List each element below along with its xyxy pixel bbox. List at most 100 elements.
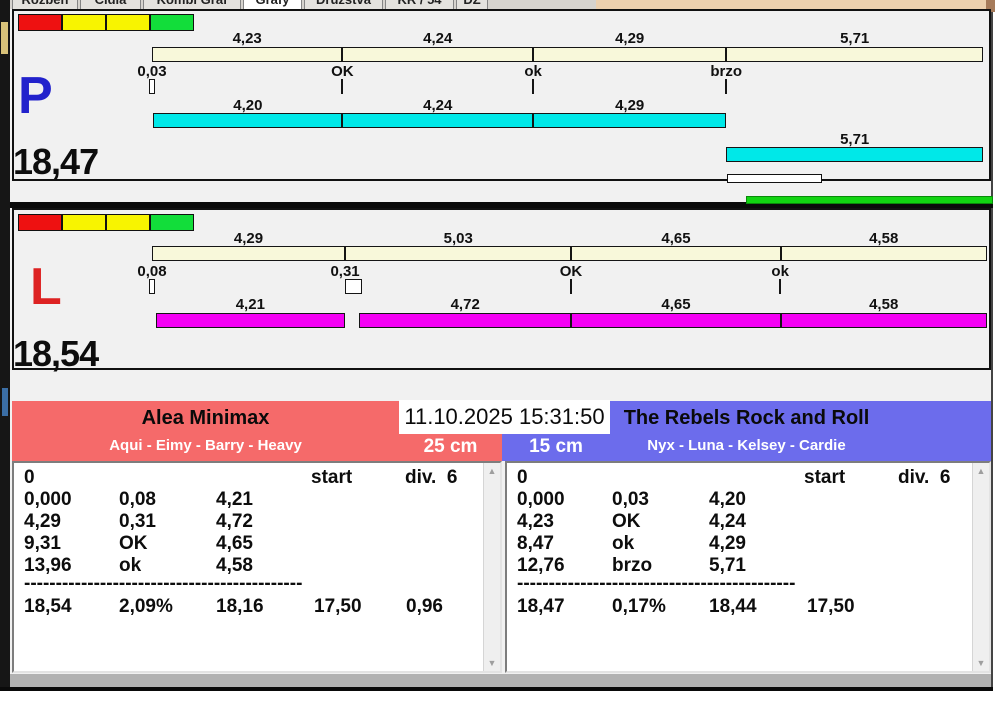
ref-segment-label: 5,71 xyxy=(840,30,870,47)
split-row-cell: 0,03 xyxy=(612,489,649,510)
totals-cell: 18,44 xyxy=(709,596,757,617)
app-window: RozbehCidlaKombi GrafGrafyDružstvaKR / 5… xyxy=(0,0,995,716)
list-header-div: div. 6 xyxy=(405,467,458,488)
vertical-scrollbar[interactable]: ▲ ▼ xyxy=(972,463,989,671)
vertical-scrollbar[interactable]: ▲ ▼ xyxy=(483,463,500,671)
green-progress-bar xyxy=(746,196,994,204)
split-row-cell: 8,47 xyxy=(517,533,554,554)
totals-cell: 2,09% xyxy=(119,596,173,617)
tab-grafy[interactable]: Grafy xyxy=(243,0,302,9)
run-segment-label: 4,20 xyxy=(233,97,263,114)
status-strip-cell xyxy=(106,214,150,231)
window-footer-bar xyxy=(10,674,991,687)
split-tick xyxy=(725,79,728,94)
split-row-cell: 4,65 xyxy=(216,533,253,554)
tab-dru-stva[interactable]: Družstva xyxy=(304,0,383,9)
bar-divider xyxy=(779,314,782,327)
tab-kombi-graf[interactable]: Kombi Graf xyxy=(143,0,241,9)
totals-cell: 17,50 xyxy=(314,596,362,617)
scroll-down-icon[interactable]: ▼ xyxy=(484,655,500,671)
split-label: OK xyxy=(331,63,354,80)
scroll-up-icon[interactable]: ▲ xyxy=(484,463,500,479)
list-header-index: 0 xyxy=(24,467,35,488)
tab-kr-54[interactable]: KR / 54 xyxy=(385,0,454,9)
split-row-cell: 0,08 xyxy=(119,489,156,510)
team-name: Alea Minimax xyxy=(141,407,270,429)
split-label: 0,03 xyxy=(137,63,167,80)
split-tick xyxy=(341,79,344,94)
split-row-cell: 4,20 xyxy=(709,489,746,510)
lane-l-letter: L xyxy=(30,258,62,316)
ref-segment-label: 4,23 xyxy=(232,30,262,47)
status-strip-cell xyxy=(150,214,194,231)
list-header-start: start xyxy=(804,467,846,488)
split-row-cell: 4,21 xyxy=(216,489,253,510)
bar-divider xyxy=(344,247,347,260)
start-gate-marker xyxy=(149,79,155,94)
bar-divider xyxy=(532,114,535,127)
tab-rozbeh[interactable]: Rozbeh xyxy=(12,0,78,9)
scroll-down-icon[interactable]: ▼ xyxy=(973,655,989,671)
bar-divider xyxy=(779,247,782,260)
size-category-left: 25 cm xyxy=(423,436,478,457)
ref-segment-label: 5,03 xyxy=(443,230,473,247)
list-header-start: start xyxy=(311,467,353,488)
split-label: ok xyxy=(771,263,789,280)
ref-segment-label: 4,29 xyxy=(233,230,264,247)
splits-list-left[interactable]: 0 start div. 6 0,000 0,08 4,21 4,29 0,31 4,72 9,3… xyxy=(12,461,502,673)
run-segment-label: 4,58 xyxy=(869,296,899,313)
splits-list-right[interactable]: 0 start div. 6 0,000 0,03 4,20 4,23 OK 4,24 8,47 o… xyxy=(505,461,991,673)
window-bottom-border xyxy=(0,687,993,691)
run-bar xyxy=(726,147,984,162)
background-window-fragment xyxy=(2,388,8,416)
status-strip-cell xyxy=(106,14,150,31)
split-tick xyxy=(569,279,572,294)
split-row-cell: ok xyxy=(612,533,635,554)
square-marker xyxy=(345,279,363,294)
bar-divider xyxy=(570,247,573,260)
tab-dz[interactable]: DZ xyxy=(456,0,488,9)
scroll-up-icon[interactable]: ▲ xyxy=(973,463,989,479)
run-segment-label: 4,21 xyxy=(235,296,265,313)
run-segment-label: 5,71 xyxy=(840,131,870,148)
split-row-cell: 0,31 xyxy=(119,511,156,532)
run-bar xyxy=(153,113,727,128)
status-strip-cell xyxy=(18,214,62,231)
run-segment-label: 4,24 xyxy=(423,97,453,114)
split-label: ok xyxy=(524,63,542,80)
status-strip-cell xyxy=(62,14,106,31)
totals-cell: 18,16 xyxy=(216,596,264,617)
totals-cell: 18,54 xyxy=(24,596,72,617)
split-tick xyxy=(532,79,535,94)
split-row-cell: OK xyxy=(119,533,148,554)
start-gate-marker xyxy=(149,279,155,294)
status-strip-cell xyxy=(18,14,62,31)
split-row-cell: 4,29 xyxy=(709,533,746,554)
split-row-cell: 4,29 xyxy=(24,511,61,532)
list-separator: ----------------------------------------… xyxy=(24,573,303,594)
datetime-display: 11.10.2025 15:31:50 xyxy=(399,400,610,434)
background-window-fragment xyxy=(1,22,8,54)
bar-divider xyxy=(725,48,728,61)
ref-segment-label: 4,29 xyxy=(615,30,645,47)
status-strip-cell xyxy=(150,14,194,31)
list-header-index: 0 xyxy=(517,467,528,488)
tab-bar: RozbehCidlaKombi GrafGrafyDružstvaKR / 5… xyxy=(10,0,596,9)
run-segment-label: 4,65 xyxy=(661,296,691,313)
totals-cell: 0,96 xyxy=(406,596,443,617)
team-dogs: Aqui - Eimy - Barry - Heavy xyxy=(109,437,302,454)
run-segment-label: 4,29 xyxy=(615,97,645,114)
split-tick xyxy=(779,279,782,294)
totals-cell: 17,50 xyxy=(807,596,855,617)
bar-divider xyxy=(341,114,344,127)
lane-panel-l xyxy=(12,208,991,370)
white-progress-bar xyxy=(727,174,823,183)
ref-segment-label: 4,24 xyxy=(423,30,453,47)
ref-segment-label: 4,65 xyxy=(661,230,691,247)
split-row-cell: 4,23 xyxy=(517,511,554,532)
split-row-cell: OK xyxy=(612,511,641,532)
tab-cidla[interactable]: Cidla xyxy=(80,0,141,9)
split-row-cell: 9,31 xyxy=(24,533,61,554)
split-label: brzo xyxy=(710,63,743,80)
lane-p-letter: P xyxy=(18,67,53,125)
